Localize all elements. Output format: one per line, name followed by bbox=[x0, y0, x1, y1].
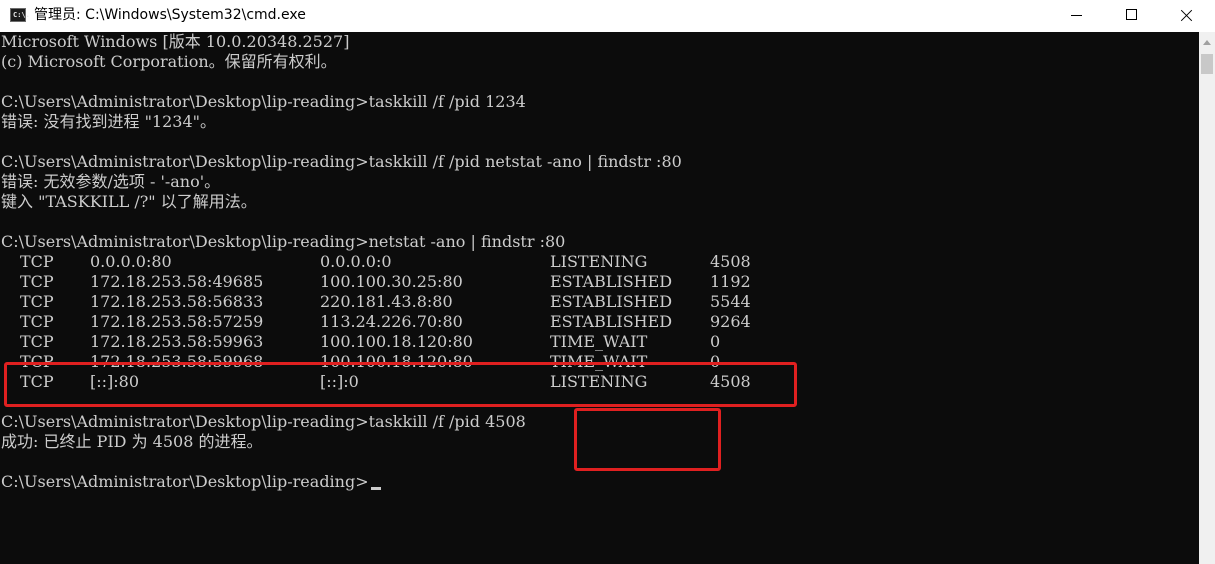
console-line: 错误: 无效参数/选项 - '-ano'。 bbox=[1, 172, 221, 191]
console-line: (c) Microsoft Corporation。保留所有权利。 bbox=[1, 52, 337, 71]
netstat-pid: 5544 bbox=[710, 292, 751, 311]
netstat-foreign: 113.24.226.70:80 bbox=[320, 312, 463, 331]
netstat-state: LISTENING bbox=[550, 252, 648, 271]
text-cursor bbox=[370, 487, 381, 490]
netstat-local: 172.18.253.58:59963 bbox=[90, 332, 264, 351]
console-output[interactable]: Microsoft Windows [版本 10.0.20348.2527] (… bbox=[0, 32, 1199, 564]
console-line: 成功: 已终止 PID 为 4508 的进程。 bbox=[1, 432, 263, 451]
scroll-up-arrow-icon[interactable] bbox=[1199, 36, 1215, 50]
netstat-local: 172.18.253.58:56833 bbox=[90, 292, 264, 311]
netstat-foreign: 100.100.18.120:80 bbox=[320, 332, 473, 351]
console-line: C:\Users\Administrator\Desktop\lip-readi… bbox=[1, 412, 526, 431]
netstat-proto: TCP bbox=[20, 292, 54, 311]
console-line: C:\Users\Administrator\Desktop\lip-readi… bbox=[1, 92, 526, 111]
netstat-state: ESTABLISHED bbox=[550, 312, 673, 331]
maximize-button[interactable] bbox=[1109, 0, 1155, 32]
netstat-pid: 4508 bbox=[710, 252, 751, 271]
console-line: 错误: 没有找到进程 "1234"。 bbox=[1, 112, 217, 131]
netstat-local: 0.0.0.0:80 bbox=[90, 252, 172, 271]
netstat-foreign: 100.100.30.25:80 bbox=[320, 272, 463, 291]
scrollbar-thumb[interactable] bbox=[1201, 54, 1213, 74]
close-button[interactable] bbox=[1163, 0, 1209, 32]
netstat-state: ESTABLISHED bbox=[550, 272, 673, 291]
netstat-pid: 9264 bbox=[710, 312, 751, 331]
netstat-local: 172.18.253.58:49685 bbox=[90, 272, 264, 291]
prompt-text: C:\Users\Administrator\Desktop\lip-readi… bbox=[1, 472, 369, 491]
netstat-proto: TCP bbox=[20, 272, 54, 291]
console-line: C:\Users\Administrator\Desktop\lip-readi… bbox=[1, 152, 682, 171]
netstat-proto: TCP bbox=[20, 312, 54, 331]
netstat-pid: 1192 bbox=[710, 272, 751, 291]
cmd-app-icon-glyph: C:\. bbox=[13, 11, 30, 19]
netstat-pid: 0 bbox=[710, 332, 721, 351]
cmd-app-icon[interactable]: C:\. bbox=[10, 8, 30, 22]
netstat-proto: TCP bbox=[20, 252, 54, 271]
netstat-local: 172.18.253.58:57259 bbox=[90, 312, 264, 331]
console-line: C:\Users\Administrator\Desktop\lip-readi… bbox=[1, 232, 566, 251]
minimize-button[interactable] bbox=[1053, 0, 1099, 32]
netstat-foreign: 220.181.43.8:80 bbox=[320, 292, 453, 311]
netstat-state: TIME_WAIT bbox=[550, 332, 648, 351]
window-title: 管理员: C:\Windows\System32\cmd.exe bbox=[34, 7, 306, 23]
highlight-box-pid bbox=[574, 408, 721, 471]
console-line: Microsoft Windows [版本 10.0.20348.2527] bbox=[1, 32, 350, 51]
netstat-foreign: 0.0.0.0:0 bbox=[320, 252, 392, 271]
netstat-state: ESTABLISHED bbox=[550, 292, 673, 311]
highlight-box-listening-row bbox=[4, 362, 797, 407]
console-line: 键入 "TASKKILL /?" 以了解用法。 bbox=[1, 192, 257, 211]
vertical-scrollbar[interactable] bbox=[1199, 32, 1215, 564]
prompt-line[interactable]: C:\Users\Administrator\Desktop\lip-readi… bbox=[1, 472, 381, 492]
title-bar[interactable]: C:\. 管理员: C:\Windows\System32\cmd.exe bbox=[0, 0, 1215, 32]
netstat-proto: TCP bbox=[20, 332, 54, 351]
